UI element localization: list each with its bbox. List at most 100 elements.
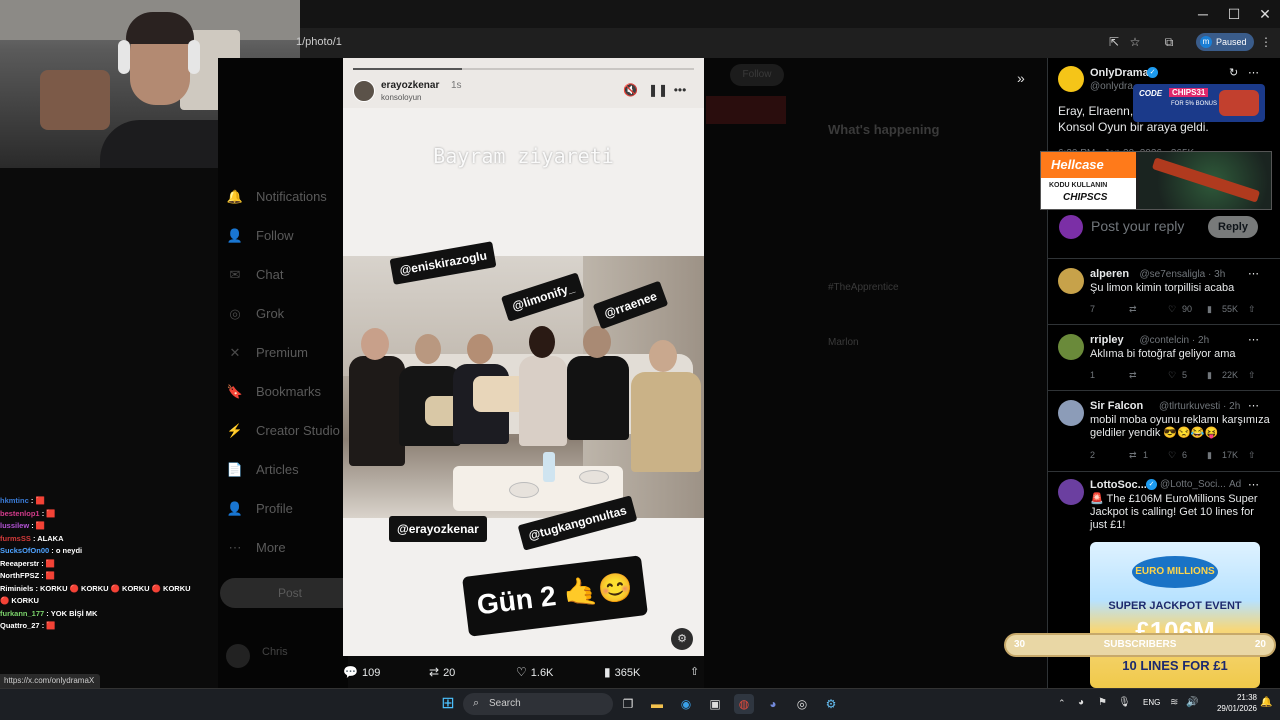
nav-item-grok[interactable]: ◎ Grok [226, 302, 356, 326]
grok-explain-icon[interactable]: ↻ [1229, 66, 1238, 79]
language-indicator[interactable]: ENG [1143, 698, 1160, 707]
reply-count[interactable]: 1 [1090, 370, 1095, 380]
lotto-more-icon[interactable]: ⋯ [1248, 478, 1259, 491]
reply-author-name[interactable]: Sir Falcon [1090, 400, 1143, 412]
chat-username[interactable]: furmsSS [0, 534, 31, 543]
reply-author-handle[interactable]: @contelcin · 2h [1140, 335, 1210, 346]
lotto-avatar[interactable] [1058, 479, 1084, 505]
obs-icon[interactable]: ◎ [792, 694, 812, 714]
reply-author-name[interactable]: alperen [1090, 268, 1129, 280]
story-image[interactable]: erayozkenar 1s konsoloyun 🔇 ❚❚ ••• Bayra… [343, 58, 704, 656]
notification-icon[interactable]: 🔔 [1260, 697, 1272, 708]
browser-menu-icon[interactable]: ⋮ [1258, 34, 1274, 50]
reply-author-handle[interactable]: @se7ensaligla · 3h [1140, 269, 1226, 280]
close-window-icon[interactable]: ✕ [1250, 4, 1280, 24]
share-icon[interactable]: ⇧ [1248, 450, 1256, 461]
post-author-handle[interactable]: @onlydra [1090, 81, 1133, 92]
discord-icon[interactable]: ◕ [763, 694, 783, 714]
reply-input[interactable]: Post your reply [1091, 218, 1184, 234]
chat-username[interactable]: Quattro_27 [0, 621, 40, 630]
nav-item-bookmarks[interactable]: 🔖 Bookmarks [226, 380, 356, 404]
system-clock[interactable]: 21:38 29/01/2026 [1207, 692, 1257, 714]
reply-more-icon[interactable]: ⋯ [1248, 267, 1259, 280]
address-bar[interactable]: 1/photo/1 [296, 33, 1106, 51]
profile-button[interactable]: m Paused [1196, 33, 1254, 51]
account-avatar[interactable] [226, 644, 250, 668]
chat-username[interactable]: SucksOfOn00 [0, 546, 49, 555]
collapse-panel-icon[interactable]: » [1017, 70, 1035, 86]
views-icon[interactable]: ▮ [1207, 370, 1212, 381]
share-icon[interactable]: ⇧ [1248, 304, 1256, 315]
reply-avatar[interactable] [1058, 334, 1084, 360]
image-options-icon[interactable]: ⚙ [671, 628, 693, 650]
volume-icon[interactable]: 🔊 [1186, 697, 1198, 708]
like-icon[interactable]: ♡ [1168, 450, 1176, 461]
reply-more-icon[interactable]: ⋯ [1248, 333, 1259, 346]
onlydrama-avatar[interactable] [1058, 66, 1084, 92]
views-icon[interactable]: ▮ [1207, 450, 1212, 461]
like-icon[interactable]: ♡ [1168, 304, 1176, 315]
post-author-name[interactable]: OnlyDrama [1090, 67, 1149, 79]
nav-item-chat[interactable]: ✉ Chat [226, 263, 356, 287]
windows-start-icon[interactable]: ⊞ [438, 694, 458, 714]
views-icon[interactable]: ▮ [1207, 304, 1212, 315]
tray-arrow-icon[interactable]: ⌃ [1058, 698, 1066, 709]
chat-username[interactable]: bestenlop1 [0, 509, 40, 518]
edge-icon[interactable]: ◉ [676, 694, 696, 714]
reply-button[interactable]: Reply [1208, 216, 1258, 238]
chat-username[interactable]: hkmtinc [0, 496, 29, 505]
reply-count[interactable]: 7 [1090, 304, 1095, 314]
reply-count[interactable]: 2 [1090, 450, 1095, 460]
view-count[interactable]: ▮ 365K [604, 664, 640, 680]
task-view-icon[interactable]: ❐ [618, 694, 638, 714]
repost-icon[interactable]: ⇄ [1129, 370, 1137, 381]
post-button[interactable]: Post [220, 578, 360, 608]
steam-icon[interactable]: ⚙ [821, 694, 841, 714]
nav-item-articles[interactable]: 📄 Articles [226, 458, 356, 482]
repost-icon[interactable]: ⇄ [1129, 450, 1137, 461]
chat-username[interactable]: NorthFPSZ [0, 571, 39, 580]
chat-username[interactable]: Riminiels [0, 584, 33, 593]
minimize-icon[interactable]: ─ [1188, 4, 1218, 24]
like-icon[interactable]: ♡ [1168, 370, 1176, 381]
share-icon[interactable]: ⇧ [1248, 370, 1256, 381]
like-count[interactable]: ♡ 1.6K [516, 664, 553, 680]
taskbar-search[interactable]: Search [463, 693, 613, 715]
maximize-icon[interactable]: ☐ [1219, 4, 1249, 24]
reply-more-icon[interactable]: ⋯ [1248, 399, 1259, 412]
post-more-icon[interactable]: ⋯ [1248, 66, 1259, 79]
nav-item-more[interactable]: ⋯ More [226, 536, 356, 560]
lotto-name[interactable]: LottoSoc... [1090, 479, 1147, 491]
follow-button-dimmed[interactable]: Follow [730, 64, 784, 86]
reply-author-name[interactable]: rripley [1090, 334, 1124, 346]
trend-2[interactable]: Marlon [828, 337, 859, 348]
bookmark-star-icon[interactable]: ☆ [1127, 34, 1143, 50]
nav-item-creator-studio[interactable]: ⚡ Creator Studio [226, 419, 356, 443]
nav-item-premium[interactable]: ✕ Premium [226, 341, 356, 365]
chrome-icon[interactable]: ◍ [734, 694, 754, 714]
share-icon[interactable]: ⇧ [690, 664, 699, 680]
store-icon[interactable]: ▣ [705, 694, 725, 714]
repost-count[interactable]: ⇄ 20 [429, 664, 455, 680]
chat-username[interactable]: Reeaperstr [0, 559, 39, 568]
nav-item-notifications[interactable]: 🔔 Notifications [226, 185, 356, 209]
extensions-icon[interactable]: ⧉ [1161, 34, 1177, 50]
tray-discord-icon[interactable]: ◕ [1078, 697, 1084, 708]
repost-icon[interactable]: ⇄ [1129, 304, 1137, 315]
lotto-ad-image[interactable]: EURO MILLIONS SUPER JACKPOT EVENT £106M … [1090, 542, 1260, 688]
reply-count[interactable]: 💬 109 [343, 664, 380, 680]
nav-item-follow[interactable]: 👤 Follow [226, 224, 356, 248]
chat-username[interactable]: lussilew [0, 521, 29, 530]
chat-username[interactable]: furkann_177 [0, 609, 44, 618]
microphone-icon[interactable]: 🎙 [1118, 697, 1131, 708]
tray-app-icon[interactable]: ⚑ [1098, 697, 1107, 708]
file-explorer-icon[interactable]: ▬ [647, 694, 667, 714]
reply-author-handle[interactable]: @tlrturkuvesti · 2h [1159, 401, 1240, 412]
trend-1[interactable]: #TheApprentice [828, 282, 899, 293]
install-app-icon[interactable]: ⇱ [1106, 34, 1122, 50]
reply-avatar[interactable] [1058, 268, 1084, 294]
nav-item-profile[interactable]: 👤 Profile [226, 497, 356, 521]
wifi-icon[interactable]: ≋ [1170, 697, 1178, 708]
lotto-handle[interactable]: @Lotto_Soci... [1160, 479, 1226, 490]
reply-avatar[interactable] [1058, 400, 1084, 426]
